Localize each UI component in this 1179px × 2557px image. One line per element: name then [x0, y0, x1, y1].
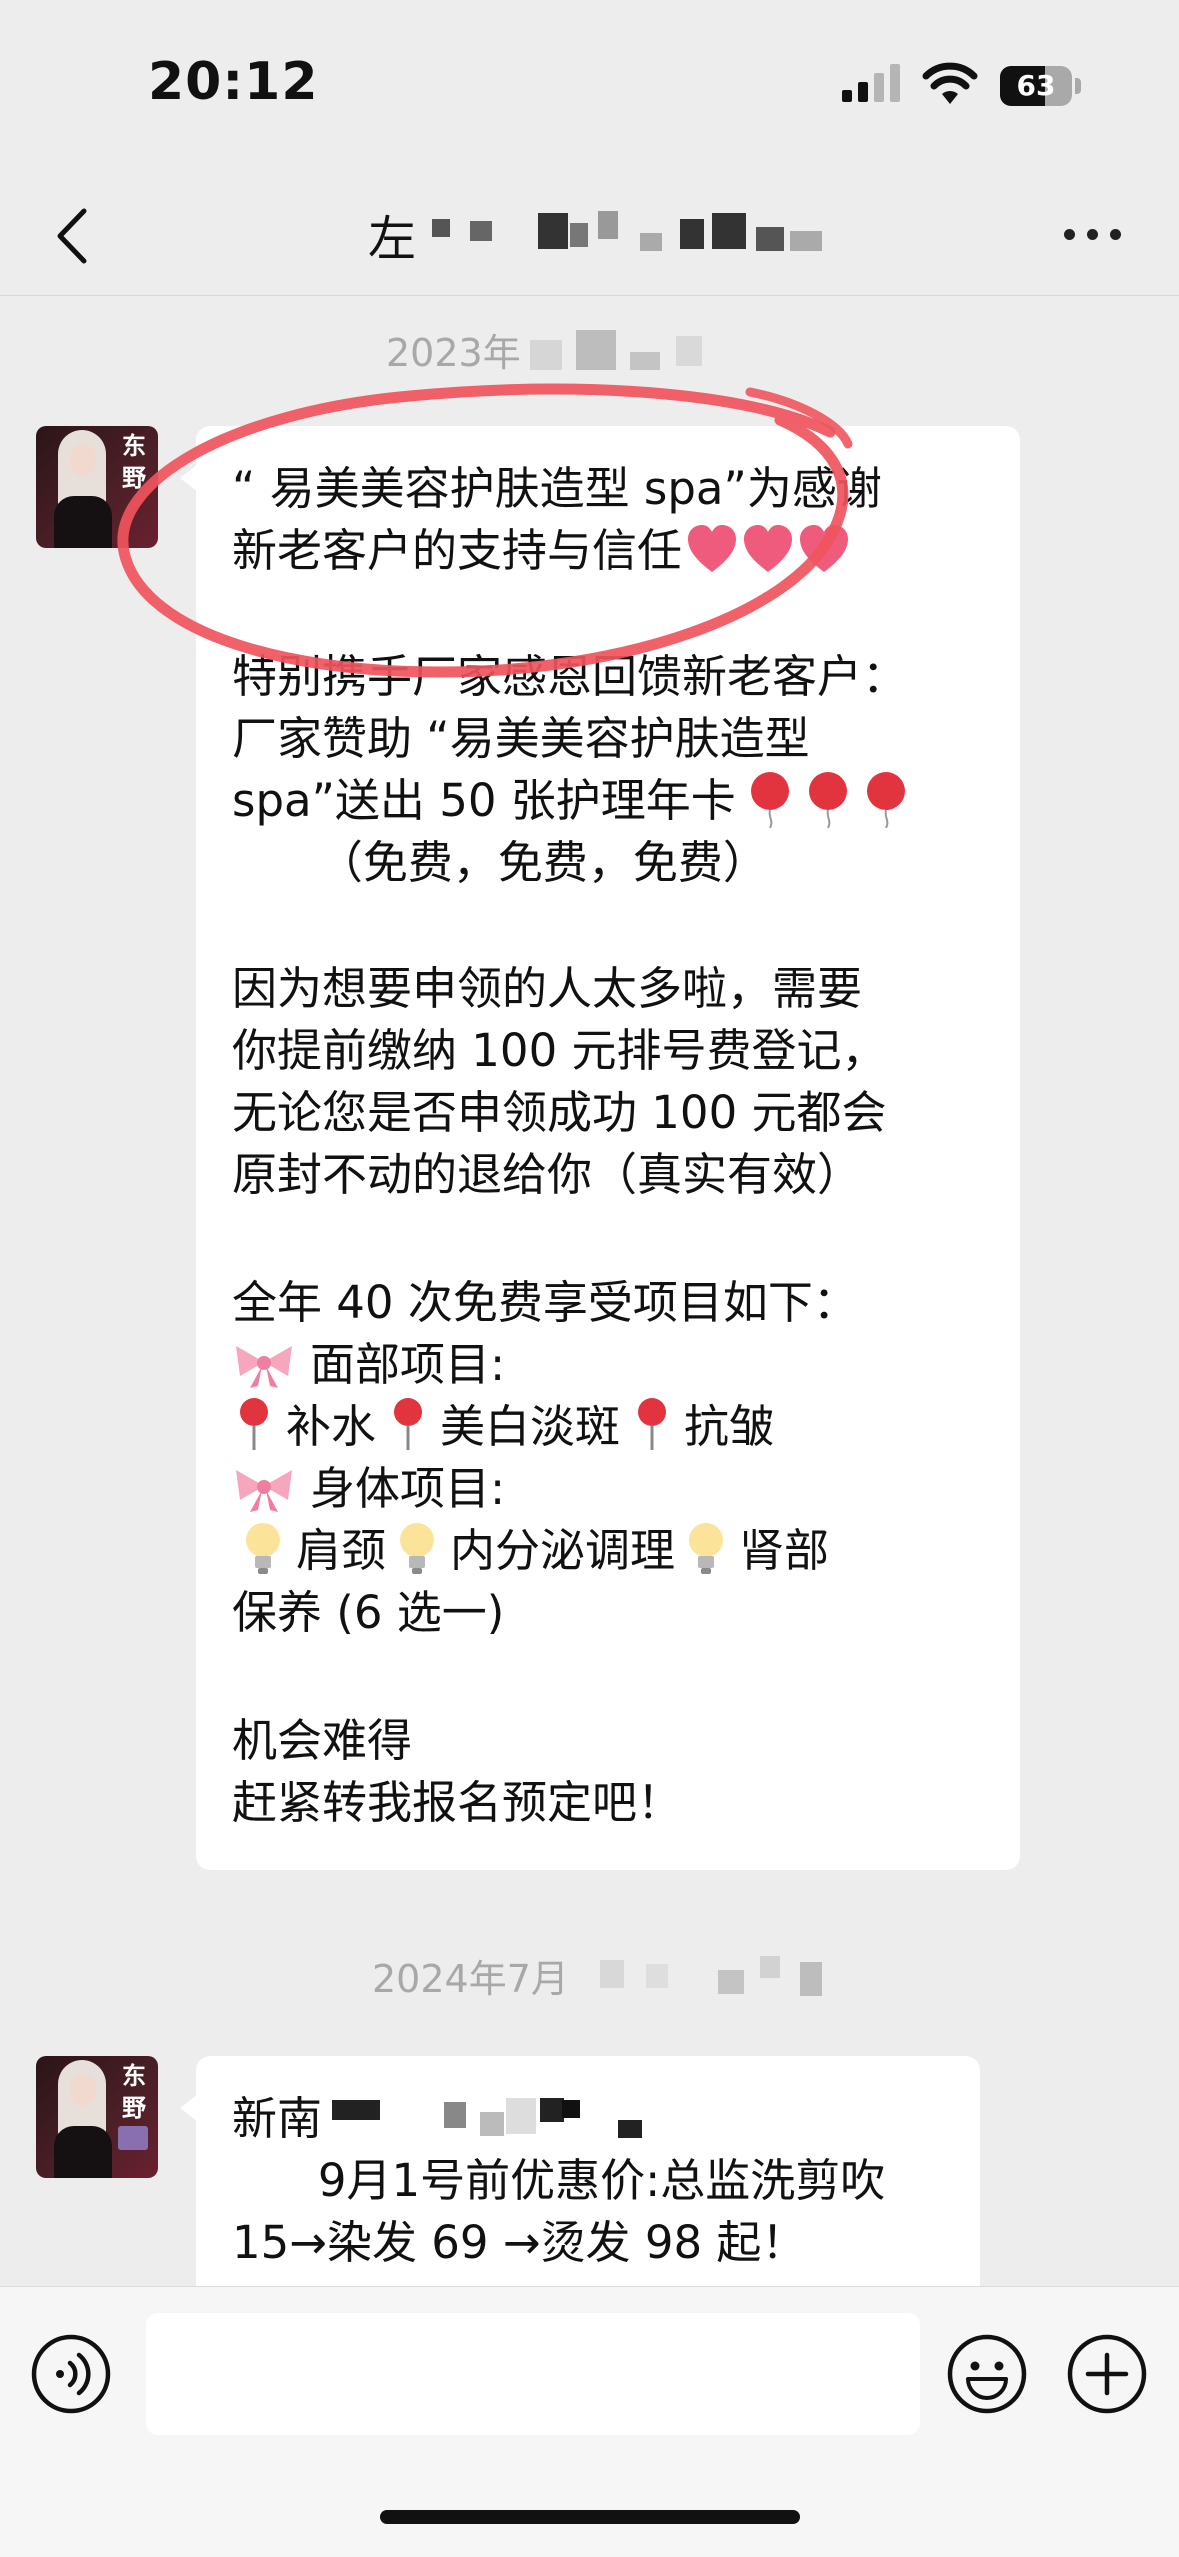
- heart-emoji-icon: [800, 525, 849, 572]
- message-line: 新老客户的支持与信任: [232, 520, 850, 582]
- balloon-emoji-icon: [866, 772, 905, 828]
- ribbon-bow-emoji-icon: [236, 1346, 292, 1388]
- battery-icon: 63: [1000, 66, 1072, 106]
- bubble-tail: [180, 2094, 198, 2122]
- message-line: 因为想要申领的人太多啦，需要: [232, 962, 863, 1015]
- message-line: 特别携手厂家感恩回馈新老客户：: [232, 650, 908, 703]
- ribbon-bow-emoji-icon: [236, 1470, 292, 1512]
- timestamp: 2023年: [386, 331, 521, 375]
- emoji-icon[interactable]: [946, 2333, 1028, 2415]
- heart-emoji-icon: [688, 525, 737, 572]
- message-input[interactable]: [146, 2313, 920, 2435]
- battery-tip: [1075, 78, 1081, 94]
- message-line: 保养 (6 选一): [232, 1586, 505, 1639]
- message-line: 补水 美白淡斑 抗皱: [232, 1396, 774, 1458]
- pushpin-emoji-icon: [394, 1398, 423, 1450]
- heart-emoji-icon: [744, 525, 793, 572]
- cellular-signal-icon: [842, 64, 900, 102]
- more-button[interactable]: [1058, 211, 1128, 261]
- message-line: 肩颈 内分泌调理 肾部: [232, 1520, 829, 1582]
- light-bulb-emoji-icon: [246, 1523, 280, 1574]
- avatar[interactable]: 东野: [36, 426, 158, 548]
- plus-icon[interactable]: [1066, 2333, 1148, 2415]
- message-line: 机会难得: [232, 1714, 413, 1767]
- home-indicator[interactable]: [380, 2510, 800, 2524]
- bubble-tail: [180, 464, 198, 492]
- battery-percent: 63: [1016, 69, 1056, 102]
- avatar[interactable]: 东野: [36, 2056, 158, 2178]
- balloon-emoji-icon: [750, 772, 789, 828]
- message-line: 你提前缴纳 100 元排号费登记，: [232, 1024, 887, 1077]
- message-line: （免费，免费，免费）: [232, 836, 768, 889]
- message-line: spa”送出 50 张护理年卡: [232, 770, 910, 832]
- message-line: 15→染发 69 →烫发 98 起！: [232, 2216, 807, 2269]
- chat-header: 左: [0, 175, 1179, 296]
- timestamp: 2024年7月: [372, 1957, 569, 2001]
- wifi-icon: [922, 62, 978, 104]
- voice-icon[interactable]: [30, 2333, 112, 2415]
- message-line: 新南: [232, 2092, 323, 2145]
- message-line: 赶紧转我报名预定吧！: [232, 1776, 683, 1829]
- pushpin-emoji-icon: [638, 1398, 667, 1450]
- message-line: 面部项目:: [232, 1334, 505, 1396]
- message-line: 身体项目:: [232, 1458, 505, 1520]
- chat-title: 左: [368, 211, 417, 267]
- message-line: 9月1号前优惠价:总监洗剪吹: [232, 2154, 886, 2207]
- message-line: 全年 40 次免费享受项目如下：: [232, 1276, 858, 1329]
- message-line: 原封不动的退给你（真实有效）: [232, 1148, 863, 1201]
- message-line: “ 易美美容护肤造型 spa”为感谢: [232, 462, 882, 515]
- message-line: 无论您是否申领成功 100 元都会: [232, 1086, 887, 1139]
- balloon-emoji-icon: [808, 772, 847, 828]
- status-time: 20:12: [148, 52, 319, 112]
- message-line: 厂家赞助 “易美美容护肤造型: [232, 712, 810, 765]
- chevron-left-icon[interactable]: [44, 201, 104, 271]
- light-bulb-emoji-icon: [689, 1523, 724, 1574]
- pushpin-emoji-icon: [240, 1398, 268, 1450]
- light-bulb-emoji-icon: [400, 1523, 435, 1574]
- status-bar: 20:12 63: [0, 0, 1179, 175]
